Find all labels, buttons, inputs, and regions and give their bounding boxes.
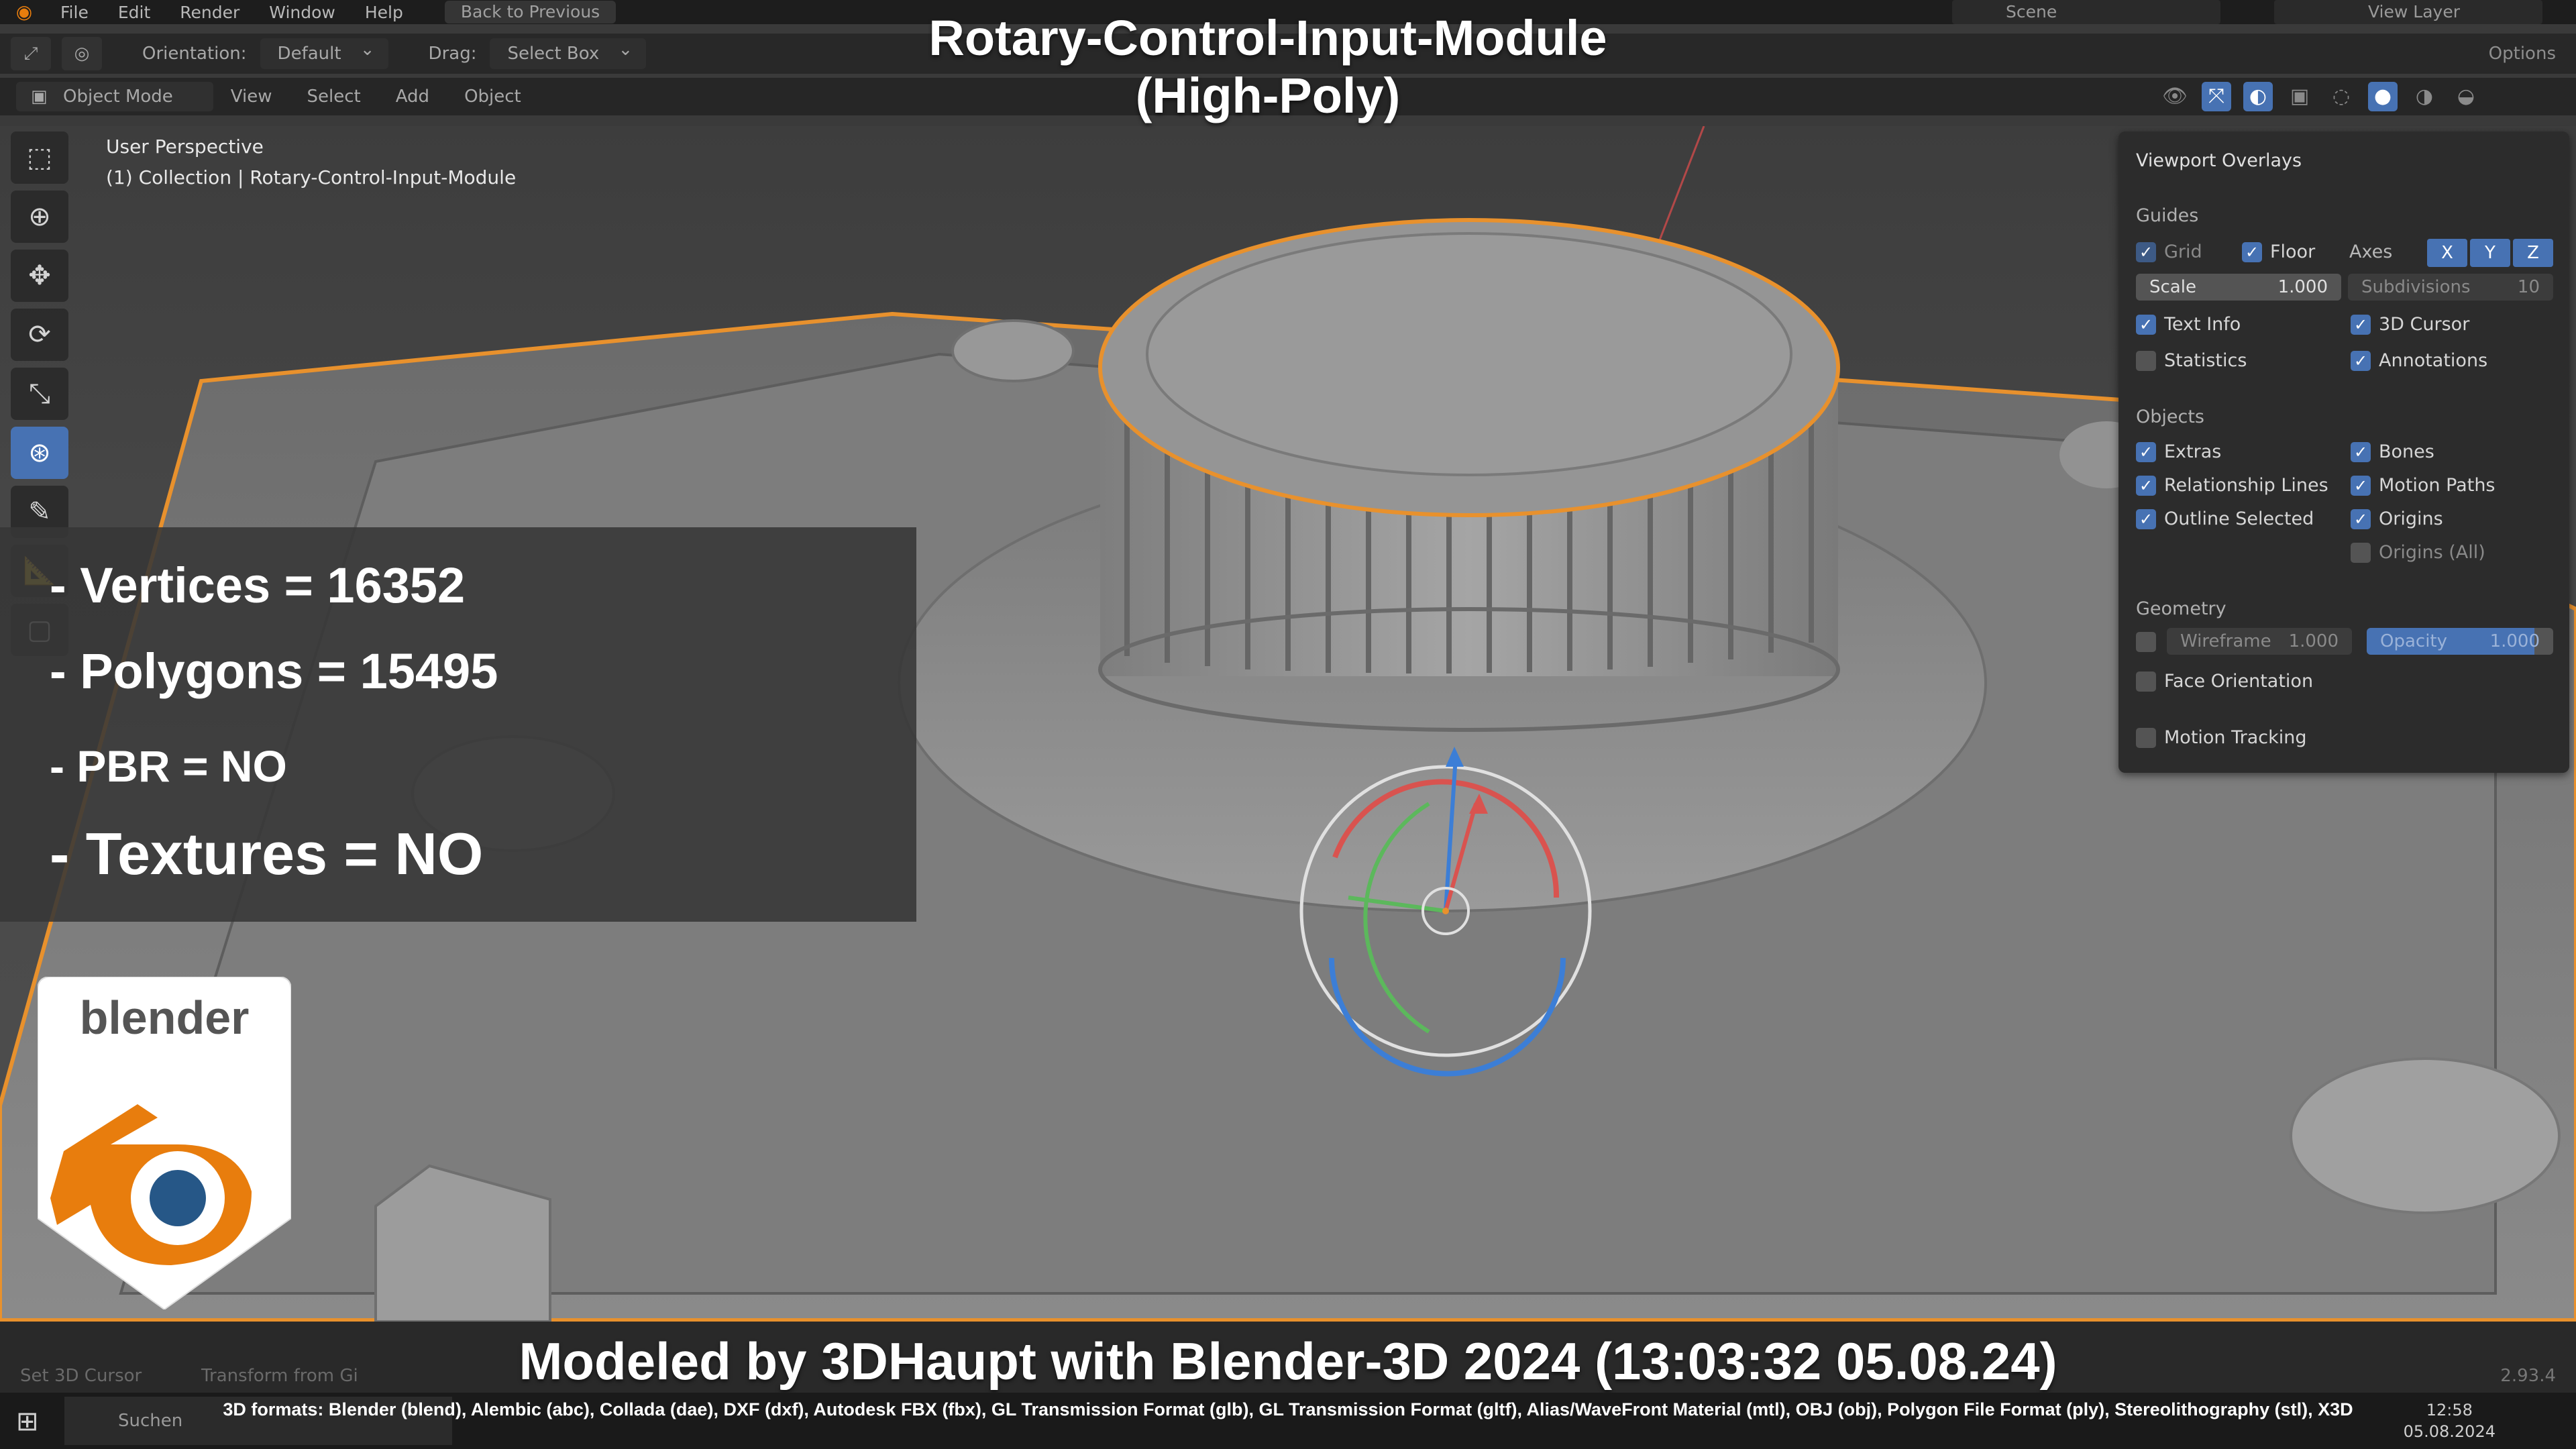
menu-view[interactable]: View <box>213 87 290 107</box>
title-line-1: Rotary-Control-Input-Module <box>928 10 1607 66</box>
floor-checkbox[interactable]: ✓ Floor <box>2242 241 2315 262</box>
move-tool-icon[interactable]: ✥ <box>11 250 68 302</box>
guides-heading: Guides <box>2136 205 2199 226</box>
menu-file[interactable]: File <box>46 3 103 22</box>
text-info-checkbox[interactable]: ✓ Text Info <box>2136 314 2241 335</box>
orientation-label: Orientation: <box>142 44 247 64</box>
checkmark-icon: ✓ <box>2351 508 2371 529</box>
blender-logo-icon[interactable]: ◉ <box>12 0 36 24</box>
axis-z-toggle[interactable]: Z <box>2513 239 2553 267</box>
motion-tracking-checkbox[interactable]: Motion Tracking <box>2136 727 2307 748</box>
checkmark-icon: ✓ <box>2136 475 2156 496</box>
clock-date: 05.08.2024 <box>2403 1422 2496 1441</box>
select-box-tool-icon[interactable]: ⬚ <box>11 131 68 184</box>
perspective-label: User Perspective <box>106 136 264 158</box>
transform-tool-icon[interactable]: ⊛ <box>11 427 68 479</box>
button-bottom-right <box>2290 1057 2561 1214</box>
checkmark-icon: ✓ <box>2136 441 2156 462</box>
formats-caption: 3D formats: Blender (blend), Alembic (ab… <box>223 1399 2353 1419</box>
checkmark-icon: ✓ <box>2351 314 2371 335</box>
checkmark-icon: ✓ <box>2136 241 2156 262</box>
checkmark-icon: ✓ <box>2242 241 2262 262</box>
visibility-icon[interactable]: 👁 <box>2160 82 2190 111</box>
checkmark-icon: ✓ <box>2136 314 2156 335</box>
orientation-dropdown[interactable]: Default <box>260 34 388 69</box>
subdivisions-field[interactable]: Subdivisions 10 <box>2348 274 2553 301</box>
geometry-heading: Geometry <box>2136 598 2226 619</box>
drag-label: Drag: <box>428 44 477 64</box>
checkmark-icon: ✓ <box>2351 475 2371 496</box>
wireframe-checkbox[interactable] <box>2136 632 2156 652</box>
x-axis-line <box>1656 126 1705 248</box>
bones-checkbox[interactable]: ✓ Bones <box>2351 441 2434 462</box>
axis-y-toggle[interactable]: Y <box>2470 239 2510 267</box>
blender-window: ◉ File Edit Render Window Help Back to P… <box>0 0 2576 1449</box>
face-orientation-checkbox[interactable]: Face Orientation <box>2136 671 2313 692</box>
objects-heading: Objects <box>2136 407 2205 427</box>
statistics-checkbox[interactable]: Statistics <box>2136 350 2247 371</box>
axes-label: Axes <box>2349 241 2393 262</box>
editor-type-icon[interactable]: ⤢ <box>11 37 51 70</box>
credit-text: Modeled by 3DHaupt with Blender-3D 2024 … <box>519 1332 2057 1391</box>
menu-window[interactable]: Window <box>254 3 350 22</box>
checkmark-icon: ✓ <box>2351 350 2371 371</box>
wireframe-field[interactable]: Wireframe 1.000 <box>2167 628 2352 655</box>
extras-checkbox[interactable]: ✓ Extras <box>2136 441 2221 462</box>
menu-edit[interactable]: Edit <box>103 3 165 22</box>
menu-help[interactable]: Help <box>350 3 418 22</box>
textures-stat: - Textures = NO <box>50 820 484 887</box>
xray-icon[interactable]: ▣ <box>2285 82 2314 111</box>
checkmark-icon: ✓ <box>2351 441 2371 462</box>
object-mode-dropdown[interactable]: Object Mode <box>16 82 213 111</box>
solid-shading-icon[interactable]: ● <box>2368 82 2398 111</box>
viewport-overlays-panel: Viewport Overlays Guides ✓ Grid ✓ Floor Ax… <box>2118 131 2569 773</box>
menu-render[interactable]: Render <box>165 3 254 22</box>
origins-checkbox[interactable]: ✓ Origins <box>2351 508 2443 529</box>
menu-add[interactable]: Add <box>378 87 447 107</box>
axes-toggle-group: X Y Z <box>2427 239 2553 267</box>
motion-paths-checkbox[interactable]: ✓ Motion Paths <box>2351 475 2496 496</box>
model-stats-panel: - Vertices = 16352 - Polygons = 15495 - … <box>0 527 916 922</box>
vertices-stat: - Vertices = 16352 <box>50 557 466 613</box>
polygons-stat: - Polygons = 15495 <box>50 643 498 699</box>
pbr-stat: - PBR = NO <box>50 741 287 791</box>
video-title: Rotary-Control-Input-Module (High-Poly) <box>751 9 1784 125</box>
collection-label: (1) Collection | Rotary-Control-Input-Mo… <box>106 166 517 189</box>
3d-cursor-checkbox[interactable]: ✓ 3D Cursor <box>2351 314 2469 335</box>
gizmo-icon[interactable]: ⤧ <box>2202 82 2231 111</box>
overlays-title: Viewport Overlays <box>2136 150 2302 171</box>
view-layer-selector[interactable]: View Layer <box>2274 0 2542 24</box>
svg-text:blender: blender <box>80 991 250 1044</box>
rotate-tool-icon[interactable]: ⟳ <box>11 309 68 361</box>
scale-tool-icon[interactable]: ⤡ <box>11 368 68 420</box>
menu-object[interactable]: Object <box>447 87 539 107</box>
options-button[interactable]: Options <box>2489 44 2556 64</box>
annotations-checkbox[interactable]: ✓ Annotations <box>2351 350 2487 371</box>
scene-selector[interactable]: Scene <box>1952 0 2220 24</box>
checkmark-icon: ✓ <box>2136 508 2156 529</box>
origins-all-checkbox[interactable]: Origins (All) <box>2351 542 2485 563</box>
button-top-left <box>951 319 1075 382</box>
menu-select[interactable]: Select <box>290 87 378 107</box>
overlays-icon[interactable]: ◐ <box>2243 82 2273 111</box>
viewport-shading-controls: 👁 ⤧ ◐ ▣ ◌ ● ◑ ◒ <box>2160 82 2481 111</box>
opacity-field[interactable]: Opacity 1.000 <box>2367 628 2553 655</box>
drag-dropdown[interactable]: Select Box <box>490 34 647 69</box>
relationship-lines-checkbox[interactable]: ✓ Relationship Lines <box>2136 475 2328 496</box>
rendered-shading-icon[interactable]: ◒ <box>2451 82 2481 111</box>
wireframe-shading-icon[interactable]: ◌ <box>2326 82 2356 111</box>
blender-badge-logo: blender <box>38 977 291 1309</box>
back-to-previous-button[interactable]: Back to Previous <box>444 1 616 23</box>
cursor-tool-icon[interactable]: ⊕ <box>11 191 68 243</box>
outline-selected-checkbox[interactable]: ✓ Outline Selected <box>2136 508 2314 529</box>
title-line-2: (High-Poly) <box>1135 68 1401 123</box>
axis-x-toggle[interactable]: X <box>2427 239 2467 267</box>
grid-checkbox[interactable]: ✓ Grid <box>2136 241 2202 262</box>
viewport-text-info: User Perspective (1) Collection | Rotary… <box>106 131 516 193</box>
material-shading-icon[interactable]: ◑ <box>2410 82 2439 111</box>
transform-pivot-icon[interactable]: ◎ <box>62 37 102 70</box>
scale-field[interactable]: Scale 1.000 <box>2136 274 2341 301</box>
